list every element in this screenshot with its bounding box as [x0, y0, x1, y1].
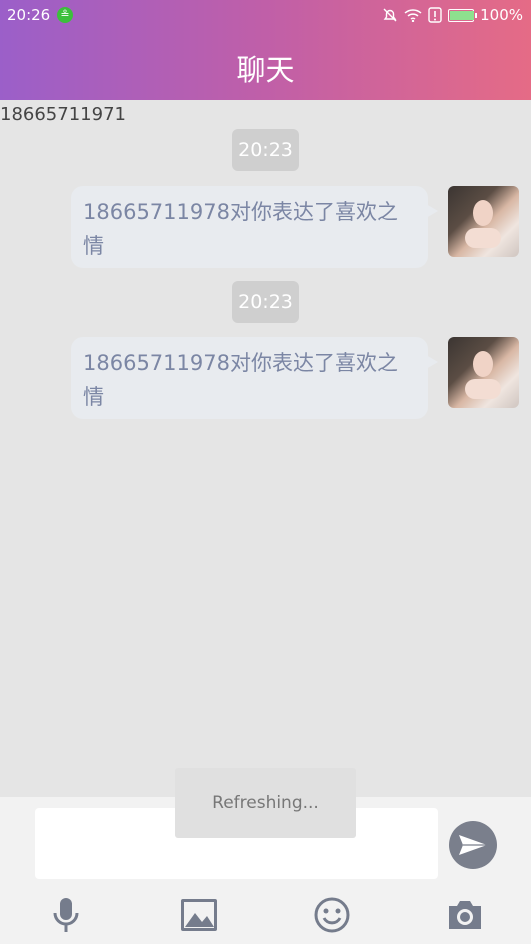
camera-icon — [449, 901, 481, 929]
message-timestamp: 20:23 — [232, 129, 299, 171]
battery-icon — [448, 8, 478, 22]
wechat-icon: ≗ — [57, 7, 73, 23]
avatar[interactable] — [448, 337, 519, 408]
alert-icon — [428, 7, 442, 23]
status-time: 20:26 — [7, 6, 51, 24]
battery-text: 100% — [480, 6, 523, 24]
status-icons: 100% — [382, 6, 523, 24]
status-bar: 20:26 ≗ 100% — [0, 0, 531, 30]
send-icon — [459, 835, 487, 855]
contact-phone: 18665711971 — [0, 104, 126, 125]
page-title: 聊天 — [236, 53, 295, 87]
image-button[interactable] — [179, 895, 219, 935]
camera-button[interactable] — [445, 895, 485, 935]
voice-button[interactable] — [46, 895, 86, 935]
mute-icon — [383, 8, 397, 22]
send-button[interactable] — [449, 821, 497, 869]
message-bubble[interactable]: 18665711978对你表达了喜欢之情 — [71, 337, 438, 419]
microphone-icon — [53, 898, 79, 932]
message-timestamp: 20:23 — [232, 281, 299, 323]
battery-fill — [450, 10, 475, 20]
emoji-icon — [314, 897, 350, 933]
message-bubble[interactable]: 18665711978对你表达了喜欢之情 — [71, 186, 438, 268]
emoji-button[interactable] — [312, 895, 352, 935]
refreshing-toast: Refreshing... — [175, 768, 356, 838]
image-icon — [181, 899, 217, 931]
wifi-icon — [404, 9, 422, 22]
avatar[interactable] — [448, 186, 519, 257]
